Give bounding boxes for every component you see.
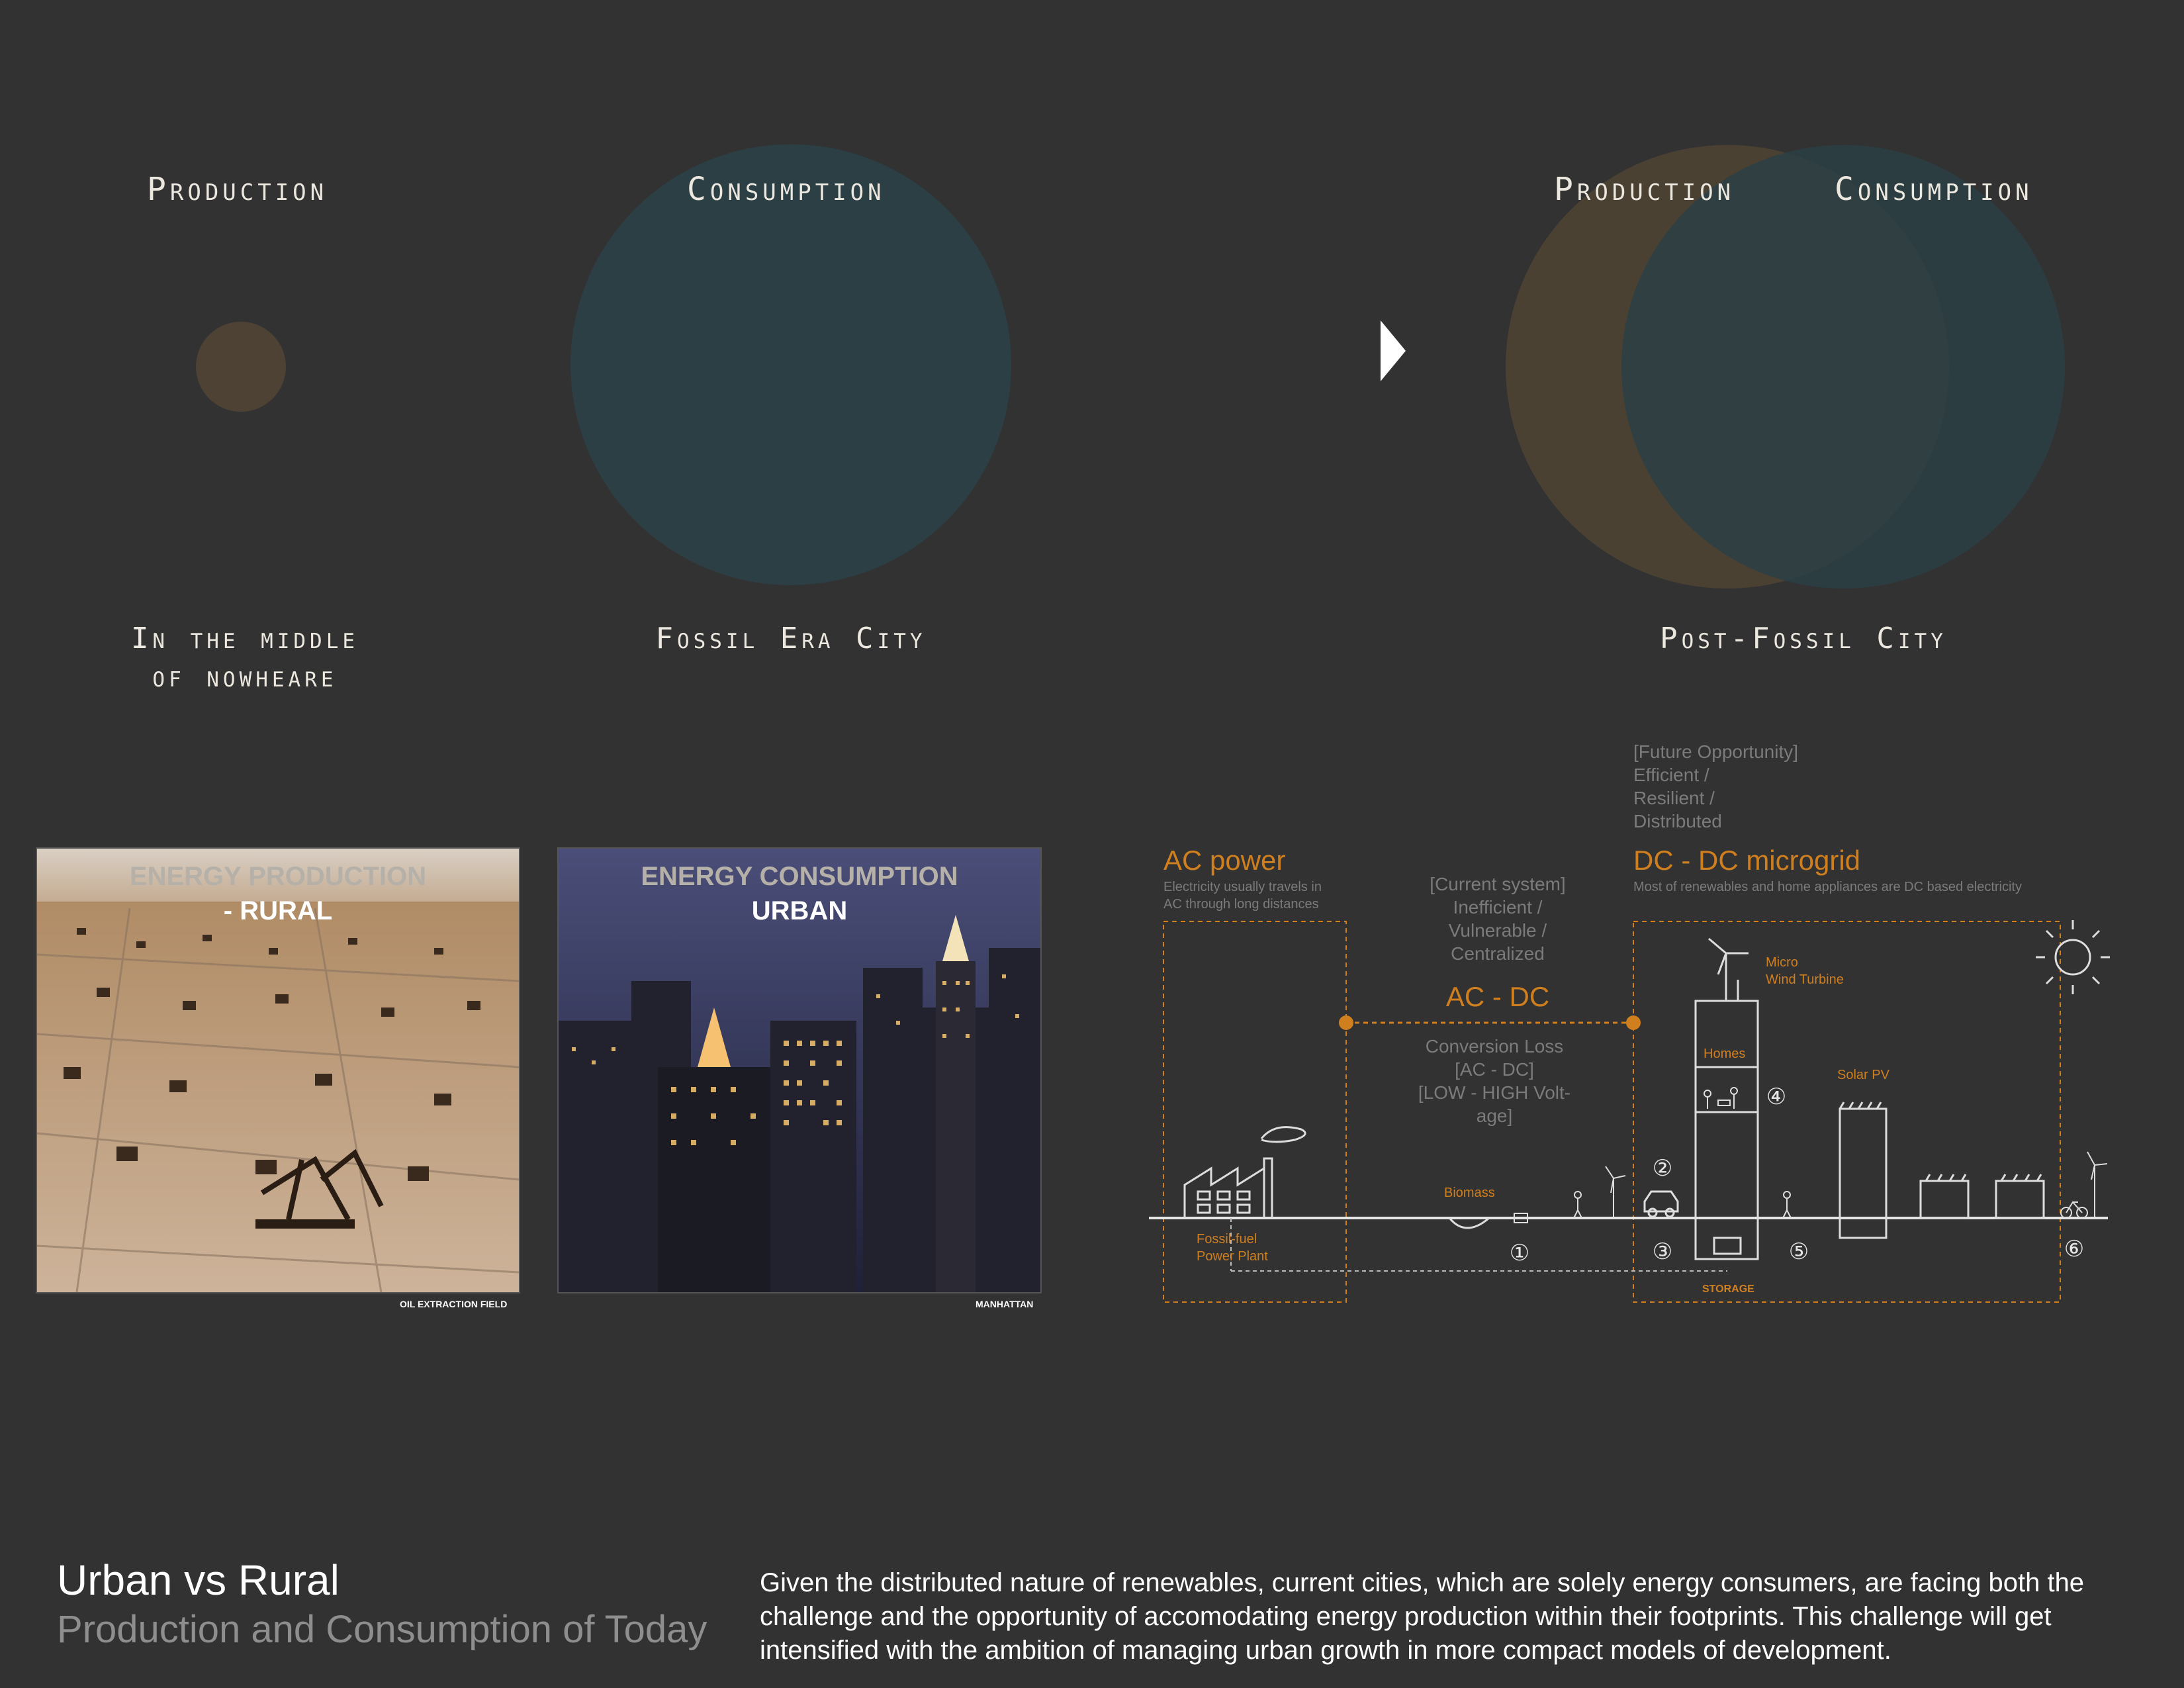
future-line3: Resilient / <box>1633 788 1715 808</box>
consumption-label-right: Consumption <box>1835 171 2033 208</box>
loss-line2: [AC - DC] <box>1455 1059 1534 1080</box>
page-description: Given the distributed nature of renewabl… <box>760 1568 2085 1665</box>
micro-turbine-line2: Wind Turbine <box>1766 972 1844 987</box>
solar-pv-label: Solar PV <box>1837 1068 1890 1082</box>
urban-photo: ENERGY CONSUMPTION URBAN <box>557 847 1042 1293</box>
consumption-label-left: Consumption <box>687 171 886 208</box>
caption-fossil-era-city: Fossil Era City <box>655 622 927 655</box>
marker-4: ④ <box>1766 1084 1786 1109</box>
dc-desc: Most of renewables and home appliances a… <box>1633 880 2022 894</box>
connector-node-left <box>1339 1015 1353 1030</box>
marker-6: ⑥ <box>2064 1237 2084 1262</box>
venn-consumption-circle <box>1621 145 2065 588</box>
wind-turbine-icon-2 <box>2087 1151 2108 1218</box>
biomass-label: Biomass <box>1444 1186 1495 1200</box>
residential-tower <box>1694 1000 1759 1260</box>
car-icon <box>1643 1190 1679 1218</box>
production-circle-small <box>196 322 286 412</box>
rural-photo-credit: OIL EXTRACTION FIELD <box>400 1299 508 1309</box>
page-subtitle: Production and Consumption of Today <box>57 1608 707 1651</box>
urban-heading-line2: URBAN <box>751 896 848 925</box>
current-line4: Centralized <box>1451 943 1545 964</box>
production-label-left: Production <box>147 171 328 208</box>
micro-turbine-line1: Micro <box>1766 955 1798 970</box>
current-line1: [Current system] <box>1430 874 1565 894</box>
production-label-right: Production <box>1554 171 1735 208</box>
wind-turbine-icon <box>1605 1166 1626 1218</box>
current-line3: Vulnerable / <box>1449 920 1547 941</box>
future-line4: Distributed <box>1633 811 1722 831</box>
roof-wind-turbine-icon <box>1708 937 1749 1001</box>
storage-label: STORAGE <box>1702 1284 1754 1295</box>
ac-dc-title: AC - DC <box>1446 981 1549 1012</box>
factory-icon <box>1183 1126 1306 1218</box>
ac-desc-line2: AC through long distances <box>1163 897 1319 912</box>
homes-people-icon <box>1704 1087 1738 1109</box>
marker-3: ③ <box>1653 1239 1672 1264</box>
rural-photo-heading: ENERGY PRODUCTION - RURAL <box>37 859 519 928</box>
rural-heading-line1: ENERGY PRODUCTION <box>129 862 427 891</box>
current-line2: Inefficient / <box>1453 897 1543 917</box>
ac-desc-line1: Electricity usually travels in <box>1163 880 1322 894</box>
dc-microgrid-title: DC - DC microgrid <box>1633 845 1860 876</box>
bicycle-icon <box>2060 1201 2088 1219</box>
caption-nowhere-line1: In the middle <box>130 622 359 655</box>
sun-icon <box>2036 920 2110 994</box>
homes-label: Homes <box>1704 1047 1745 1061</box>
consumption-circle-large <box>570 144 1011 585</box>
caption-nowhere-line2: of nowheare <box>152 660 338 694</box>
arrow-right-icon <box>1381 320 1406 381</box>
energy-grid-diagram: [Future Opportunity] Efficient / Resilie… <box>1149 741 2110 1303</box>
page-title: Urban vs Rural <box>57 1556 340 1604</box>
caption-post-fossil-city: Post-Fossil City <box>1660 622 1947 655</box>
caption-nowhere: In the middle of nowheare <box>99 620 390 696</box>
biomass-icon <box>1448 1217 1490 1229</box>
person-icon-2 <box>1782 1191 1792 1219</box>
rural-heading-line2: - RURAL <box>223 896 333 925</box>
marker-2: ② <box>1653 1156 1672 1181</box>
loss-line1: Conversion Loss <box>1426 1036 1564 1056</box>
urban-photo-credit: MANHATTAN <box>976 1299 1034 1309</box>
loss-line4: age] <box>1477 1105 1513 1126</box>
marker-5: ⑤ <box>1789 1239 1809 1264</box>
person-icon <box>1573 1191 1582 1219</box>
loss-line3: [LOW - HIGH Volt- <box>1418 1082 1570 1103</box>
fossil-plant-line2: Power Plant <box>1197 1249 1268 1264</box>
urban-photo-heading: ENERGY CONSUMPTION URBAN <box>559 859 1040 928</box>
future-line1: [Future Opportunity] <box>1633 741 1798 762</box>
solar-houses <box>1919 1174 2045 1219</box>
connector-node-right <box>1626 1015 1641 1030</box>
fossil-plant-line1: Fossil-fuel <box>1197 1232 1257 1246</box>
post-fossil-venn <box>1506 145 2065 588</box>
future-line2: Efficient / <box>1633 765 1709 785</box>
urban-heading-line1: ENERGY CONSUMPTION <box>641 862 958 891</box>
marker-1: ① <box>1510 1241 1529 1266</box>
ac-power-title: AC power <box>1163 845 1285 876</box>
rural-photo: ENERGY PRODUCTION - RURAL <box>36 847 520 1293</box>
